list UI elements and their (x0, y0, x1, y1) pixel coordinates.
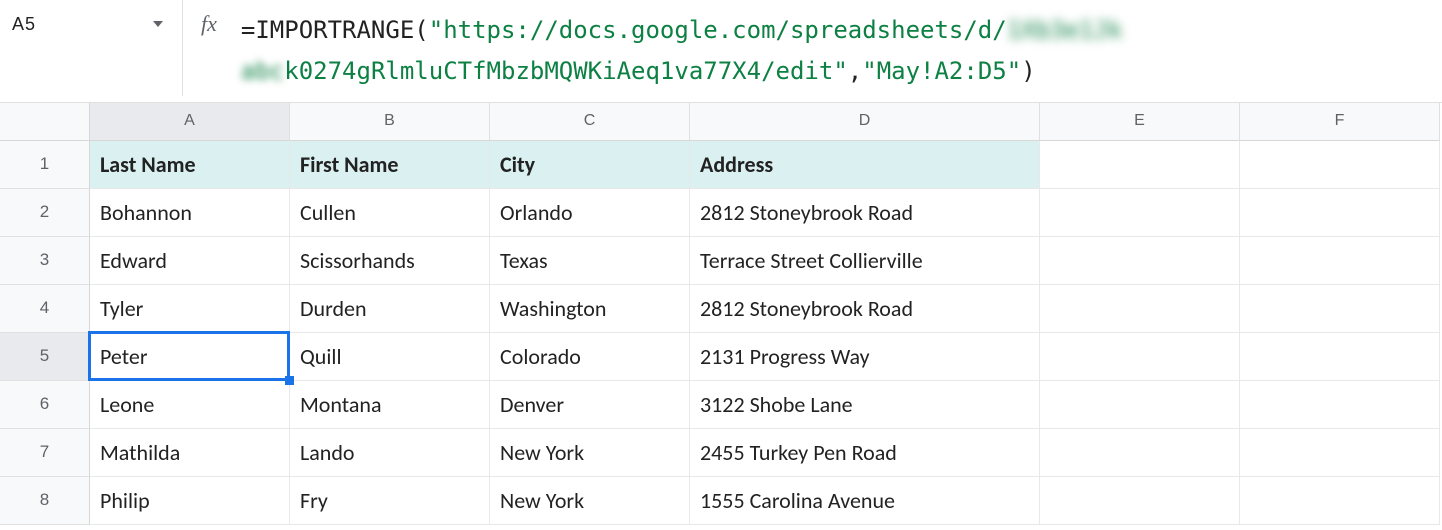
cell-d8[interactable]: 1555 Carolina Avenue (690, 477, 1040, 525)
cell-a2[interactable]: Bohannon (90, 189, 290, 237)
formula-url-blur2: abc (241, 57, 284, 85)
cell-f7[interactable] (1240, 429, 1440, 477)
cell-f1[interactable] (1240, 141, 1440, 189)
cell-f8[interactable] (1240, 477, 1440, 525)
formula-range: May!A2:D5 (877, 57, 1007, 85)
cell-c6[interactable]: Denver (490, 381, 690, 429)
cell-f4[interactable] (1240, 285, 1440, 333)
cell-b5[interactable]: Quill (290, 333, 490, 381)
cell-e6[interactable] (1040, 381, 1240, 429)
cell-e5[interactable] (1040, 333, 1240, 381)
cell-c3[interactable]: Texas (490, 237, 690, 285)
cell-b2[interactable]: Cullen (290, 189, 490, 237)
cell-c1[interactable]: City (490, 141, 690, 189)
row-header-4[interactable]: 4 (0, 285, 90, 333)
cell-f2[interactable] (1240, 189, 1440, 237)
cell-c2[interactable]: Orlando (490, 189, 690, 237)
row-header-7[interactable]: 7 (0, 429, 90, 477)
cell-a5[interactable]: Peter (90, 333, 290, 381)
select-all-corner[interactable] (0, 103, 90, 141)
formula-quote4: " (1007, 57, 1021, 85)
row-header-8[interactable]: 8 (0, 477, 90, 525)
cell-b8[interactable]: Fry (290, 477, 490, 525)
cell-e7[interactable] (1040, 429, 1240, 477)
cell-a8[interactable]: Philip (90, 477, 290, 525)
formula-quote3: " (862, 57, 876, 85)
name-box-area (0, 0, 168, 48)
cell-d1[interactable]: Address (690, 141, 1040, 189)
spreadsheet-grid: A B C D E F 1 Last Name First Name City … (0, 103, 1442, 525)
cell-d7[interactable]: 2455 Turkey Pen Road (690, 429, 1040, 477)
cell-c7[interactable]: New York (490, 429, 690, 477)
cell-d5[interactable]: 2131 Progress Way (690, 333, 1040, 381)
cell-e8[interactable] (1040, 477, 1240, 525)
cell-d6[interactable]: 3122 Shobe Lane (690, 381, 1040, 429)
cell-e4[interactable] (1040, 285, 1240, 333)
formula-quote: " (429, 16, 443, 44)
cell-a1[interactable]: Last Name (90, 141, 290, 189)
col-header-c[interactable]: C (490, 103, 690, 141)
cell-f3[interactable] (1240, 237, 1440, 285)
cell-d4[interactable]: 2812 Stoneybrook Road (690, 285, 1040, 333)
cell-a6[interactable]: Leone (90, 381, 290, 429)
col-header-d[interactable]: D (690, 103, 1040, 141)
formula-url-start: https://docs.google.com/spreadsheets/d/ (443, 16, 1007, 44)
formula-url-end: k0274gRlmluCTfMbzbMQWKiAeq1va77X4/edit (284, 57, 833, 85)
cell-d2[interactable]: 2812 Stoneybrook Road (690, 189, 1040, 237)
row-header-5[interactable]: 5 (0, 333, 90, 381)
col-header-e[interactable]: E (1040, 103, 1240, 141)
formula-quote2: " (833, 57, 847, 85)
cell-c5[interactable]: Colorado (490, 333, 690, 381)
fx-icon: fx (201, 0, 217, 48)
cell-b3[interactable]: Scissorhands (290, 237, 490, 285)
name-box-input[interactable] (8, 8, 68, 41)
cell-b7[interactable]: Lando (290, 429, 490, 477)
cell-d3[interactable]: Terrace Street Collierville (690, 237, 1040, 285)
cell-c4[interactable]: Washington (490, 285, 690, 333)
cell-c8[interactable]: New York (490, 477, 690, 525)
cell-a7[interactable]: Mathilda (90, 429, 290, 477)
name-box-dropdown[interactable] (148, 14, 168, 34)
cell-a4[interactable]: Tyler (90, 285, 290, 333)
cell-a3[interactable]: Edward (90, 237, 290, 285)
divider (182, 0, 183, 96)
row-header-1[interactable]: 1 (0, 141, 90, 189)
cell-e1[interactable] (1040, 141, 1240, 189)
cell-f6[interactable] (1240, 381, 1440, 429)
formula-url-blur1: 1Xb3e1Jk (1007, 16, 1123, 44)
formula-bar: fx =IMPORTRANGE("https://docs.google.com… (0, 0, 1442, 103)
cell-e3[interactable] (1040, 237, 1240, 285)
formula-suffix: ) (1021, 57, 1035, 85)
col-header-f[interactable]: F (1240, 103, 1440, 141)
row-header-3[interactable]: 3 (0, 237, 90, 285)
formula-sep: , (848, 57, 862, 85)
formula-input[interactable]: =IMPORTRANGE("https://docs.google.com/sp… (241, 0, 1442, 102)
row-header-6[interactable]: 6 (0, 381, 90, 429)
cell-f5[interactable] (1240, 333, 1440, 381)
fx-label: fx (201, 11, 217, 37)
cell-b1[interactable]: First Name (290, 141, 490, 189)
cell-b4[interactable]: Durden (290, 285, 490, 333)
row-header-2[interactable]: 2 (0, 189, 90, 237)
col-header-b[interactable]: B (290, 103, 490, 141)
cell-b6[interactable]: Montana (290, 381, 490, 429)
col-header-a[interactable]: A (90, 103, 290, 141)
formula-fn: =IMPORTRANGE( (241, 16, 429, 44)
cell-e2[interactable] (1040, 189, 1240, 237)
